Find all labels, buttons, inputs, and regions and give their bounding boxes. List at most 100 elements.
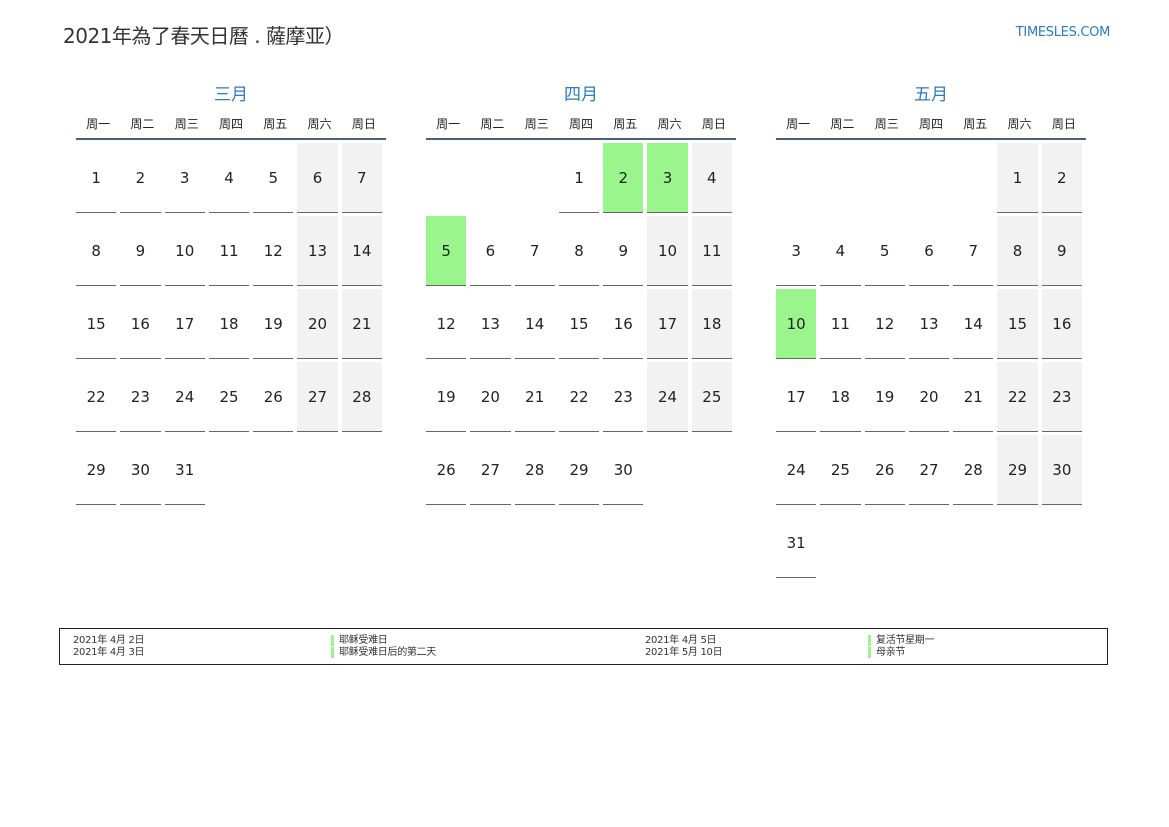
week-row: 17 18 19 20 21 22 23 [776,362,1086,435]
day-cell: 25 [820,435,861,505]
day-cell: 18 [820,362,861,432]
month-march: 三月 周一 周二 周三 周四 周五 周六 周日 1 2 3 4 5 6 7 8 9 10 11 12 1… [72,84,390,508]
empty-cell [776,143,816,213]
week-row: 29 30 31 [76,435,386,508]
day-cell: 28 [341,362,382,432]
site-link[interactable]: TIMESLES.COM [1016,25,1111,40]
day-cell: 26 [253,362,294,432]
day-cell: 25 [208,362,250,432]
weekday-label: 周二 [480,117,505,131]
day-cell: 23 [1041,362,1082,432]
day-cell: 9 [120,216,161,286]
weekday-label: 周二 [830,117,855,131]
day-cell: 5 [864,216,905,286]
month-name: 五月 [914,85,948,105]
week-row: 22 23 24 25 26 27 28 [76,362,386,435]
legend-date: 2021年 4月 3日 [73,647,145,658]
empty-cell [647,435,687,505]
weekday-header: 周一 周二 周三 周四 周五 周六 周日 [76,110,386,140]
day-cell: 21 [953,362,994,432]
day-cell: 6 [297,143,338,213]
day-cell: 24 [164,362,205,432]
weekday-header: 周一 周二 周三 周四 周五 周六 周日 [426,110,736,140]
weekday-label: 周六 [307,117,332,131]
legend-holiday-name: 母亲节 [876,647,906,658]
weekday-label: 周一 [86,117,111,131]
weekday-label: 周四 [218,117,243,131]
day-cell: 15 [997,289,1038,359]
day-cell: 22 [76,362,117,432]
week-row: 24 25 26 27 28 29 30 [776,435,1086,508]
day-cell: 24 [776,435,817,505]
week-row: 5 6 7 8 9 10 11 [426,216,736,289]
weekday-label: 周五 [613,117,638,131]
day-cell: 7 [514,216,555,286]
empty-cell [426,143,466,213]
day-cell: 5 [253,143,294,213]
day-grid: 1 2 3 4 5 6 7 8 9 10 11 12 13 14 15 16 17 18 19 20 21 22 23 24 2… [776,143,1086,581]
day-cell: 30 [120,435,161,505]
day-cell: 9 [603,216,644,286]
day-cell: 28 [953,435,994,505]
day-cell: 25 [691,362,732,432]
day-cell: 4 [820,216,861,286]
day-cell: 12 [253,216,294,286]
empty-cell [342,435,382,505]
week-row: 31 [776,508,1086,581]
day-cell: 12 [426,289,467,359]
day-cell: 22 [558,362,600,432]
day-cell: 14 [953,289,994,359]
day-cell: 27 [908,435,950,505]
day-cell: 18 [691,289,732,359]
day-cell: 17 [647,289,688,359]
page-title: 2021年為了春天日曆 . 薩摩亚） [63,24,344,48]
weekday-label: 周日 [701,117,726,131]
day-cell: 8 [558,216,600,286]
day-cell: 16 [120,289,161,359]
day-cell: 11 [820,289,861,359]
weekday-label: 周六 [1007,117,1032,131]
week-row: 1234567 [76,143,386,216]
day-cell: 31 [776,508,817,578]
day-cell: 2 [120,143,161,213]
weekday-label: 周二 [130,117,155,131]
weekday-label: 周五 [963,117,988,131]
weekday-label: 周一 [436,117,461,131]
day-cell: 24 [647,362,688,432]
day-cell: 26 [864,435,905,505]
day-cell: 29 [558,435,600,505]
day-cell: 30 [603,435,644,505]
day-cell: 16 [1041,289,1082,359]
empty-cell [909,143,949,213]
day-cell: 29 [997,435,1038,505]
weekday-label: 周一 [786,117,811,131]
week-row: 26 27 28 29 30 [426,435,736,508]
day-cell: 23 [120,362,161,432]
legend-holiday-name: 复活节星期一 [876,635,935,646]
day-cell: 26 [426,435,467,505]
day-cell: 20 [470,362,511,432]
day-cell: 11 [208,216,250,286]
empty-cell [297,435,337,505]
day-cell: 30 [1041,435,1082,505]
legend-marker [331,635,334,646]
day-cell: 2 [603,143,644,213]
weekday-label: 周六 [657,117,682,131]
day-cell: 14 [514,289,555,359]
day-cell: 2 [1041,143,1082,213]
day-cell: 3 [647,143,688,213]
week-row: 10 11 12 13 14 15 16 [776,289,1086,362]
month-name: 四月 [564,85,598,105]
day-cell: 1 [558,143,600,213]
day-cell: 5 [426,216,467,286]
holiday-legend: 2021年 4月 2日 2021年 4月 3日 耶稣受难日 耶稣受难日后的第二天… [59,628,1108,665]
weekday-label: 周三 [524,117,549,131]
day-cell: 23 [603,362,644,432]
day-cell: 1 [76,143,117,213]
weekday-label: 周五 [263,117,288,131]
week-row: 12 [776,143,1086,216]
empty-cell [209,435,249,505]
day-cell: 19 [426,362,467,432]
week-row: 15 16 17 18 19 20 21 [76,289,386,362]
day-cell: 29 [76,435,117,505]
